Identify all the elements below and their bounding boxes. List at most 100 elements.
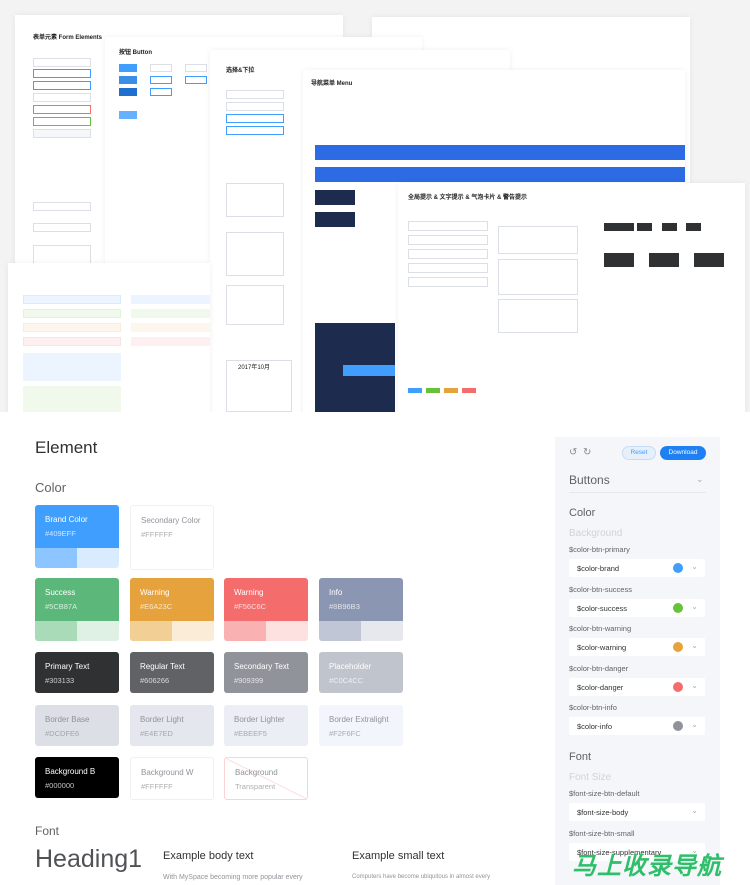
variable-select[interactable]: $color-brand ⌄ (569, 559, 705, 577)
variable-value: $color-warning (577, 643, 627, 652)
swatch-name: Background B (45, 767, 96, 776)
color-dot-icon[interactable] (673, 721, 683, 731)
variable-value: $font-size-body (577, 808, 629, 817)
color-swatch[interactable]: Success #5CB87A (35, 578, 119, 641)
swatch-name: Background W (141, 768, 194, 777)
color-swatch[interactable]: Warning #E6A23C (130, 578, 214, 641)
variable-select[interactable]: $color-info ⌄ (569, 717, 705, 735)
swatch-hex: #E4E7ED (140, 729, 173, 738)
color-swatch[interactable]: Background Transparent (224, 757, 308, 800)
variable-label: $color-btn-primary (569, 545, 630, 554)
swatch-hex: #EBEEF5 (234, 729, 267, 738)
color-swatch[interactable]: Border Lighter #EBEEF5 (224, 705, 308, 746)
swatch-tint (319, 621, 361, 641)
swatch-hex: #C0C4CC (329, 676, 364, 685)
chevron-down-icon[interactable]: ⌄ (696, 474, 704, 485)
color-swatch[interactable]: Regular Text #606266 (130, 652, 214, 693)
swatch-name: Brand Color (45, 515, 88, 524)
swatch-hex: #FFFFFF (141, 782, 173, 791)
swatch-name: Secondary Text (234, 662, 289, 671)
color-swatch[interactable]: Border Base #DCDFE6 (35, 705, 119, 746)
button-title: 按钮 Button (119, 50, 152, 56)
color-swatch[interactable]: Border Light #E4E7ED (130, 705, 214, 746)
swatch-name: Warning (140, 588, 170, 597)
form-title: 表单元素 Form Elements (33, 35, 103, 41)
color-swatch[interactable]: Placeholder #C0C4CC (319, 652, 403, 693)
swatch-hex: #909399 (234, 676, 264, 685)
variable-value: $color-danger (577, 682, 624, 692)
color-swatch[interactable]: Secondary Color #FFFFFF (130, 505, 214, 570)
chevron-down-icon[interactable]: ⌄ (691, 562, 698, 571)
redo-icon[interactable]: ↻ (583, 447, 591, 458)
variable-select[interactable]: $color-danger ⌄ (569, 677, 705, 696)
swatch-hex: #000000 (45, 781, 75, 790)
swatch-tint (266, 621, 308, 641)
variable-value: $color-info (577, 722, 613, 731)
color-dot-icon[interactable] (673, 563, 683, 573)
swatch-name: Warning (234, 588, 264, 597)
reset-button[interactable]: Reset (622, 446, 656, 460)
font-size-label: Font Size (569, 772, 612, 783)
swatch-hex: #8B96B3 (329, 602, 360, 611)
swatch-hex: #606266 (140, 676, 170, 685)
swatch-hex: #F56C6C (234, 602, 267, 611)
chevron-down-icon[interactable]: ⌄ (691, 641, 698, 650)
variable-value: $color-success (577, 603, 628, 613)
swatch-hex: Transparent (235, 782, 276, 791)
small-text-title: Example small text (352, 850, 445, 862)
chevron-down-icon[interactable]: ⌄ (691, 681, 698, 690)
color-dot-icon[interactable] (673, 681, 683, 692)
color-swatch[interactable]: Secondary Text #909399 (224, 652, 308, 693)
swatch-name: Success (45, 588, 76, 597)
color-dot-icon[interactable] (673, 602, 683, 613)
chevron-down-icon[interactable]: ⌄ (691, 720, 698, 729)
variable-select[interactable]: $font-size-body ⌄ (569, 803, 705, 821)
color-swatch[interactable]: Primary Text #303133 (35, 652, 119, 693)
global-tips-card: 全局提示 & 文字提示 & 气泡卡片 & 警告提示 (398, 183, 745, 412)
color-dot-icon[interactable] (673, 642, 683, 652)
swatch-tint (361, 621, 403, 641)
swatch-name: Regular Text (140, 662, 185, 671)
variable-select[interactable]: $color-success ⌄ (569, 598, 705, 617)
variable-label: $color-btn-warning (569, 624, 632, 633)
download-button[interactable]: Download (660, 446, 706, 460)
background-label: Background (569, 528, 623, 539)
swatch-tint (130, 621, 172, 641)
swatch-name: Primary Text (45, 662, 90, 671)
small-text-sample: Computers have become ubiquitous in almo… (352, 874, 491, 880)
swatch-tint (224, 621, 266, 641)
buttons-section[interactable]: Buttons (569, 473, 610, 487)
screenshot-collage: 表单元素 Form Elements 按钮 Button 选择&下拉 2017年… (0, 0, 750, 412)
variable-label: $color-btn-info (569, 703, 617, 712)
variable-label: $color-btn-success (569, 584, 632, 594)
variable-label: $color-btn-danger (569, 663, 629, 673)
chevron-down-icon[interactable]: ⌄ (691, 806, 698, 815)
undo-icon[interactable]: ↺ (569, 447, 577, 458)
alert-card (8, 263, 210, 412)
divider (569, 492, 706, 493)
variable-label: $font-size-btn-default (569, 789, 640, 798)
select-title: 选择&下拉 (226, 68, 255, 74)
font-title: Font (569, 751, 592, 763)
swatch-name: Border Light (140, 715, 184, 724)
swatch-name: Secondary Color (141, 516, 201, 525)
tips-title: 全局提示 & 文字提示 & 气泡卡片 & 警告提示 (408, 195, 528, 201)
body-text-sample: With MySpace becoming more popular every (163, 874, 303, 881)
color-swatch[interactable]: Border Extralight #F2F6FC (319, 705, 403, 746)
swatch-name: Border Lighter (234, 715, 285, 724)
page-title: Element (35, 438, 98, 457)
color-title: Color (569, 507, 596, 519)
swatch-tint (172, 549, 213, 569)
swatch-name: Background (235, 768, 278, 777)
color-swatch[interactable]: Warning #F56C6C (224, 578, 308, 641)
color-swatch[interactable]: Background B #000000 (35, 757, 119, 798)
color-swatch[interactable]: Background W #FFFFFF (130, 757, 214, 800)
theme-config-panel: ↺ ↻ Reset Download Buttons ⌄ Color Backg… (555, 437, 720, 885)
color-swatch[interactable]: Info #8B96B3 (319, 578, 403, 641)
variable-select[interactable]: $color-warning ⌄ (569, 638, 705, 656)
swatch-hex: #409EFF (45, 529, 76, 538)
swatch-name: Border Base (45, 715, 90, 724)
color-swatch[interactable]: Brand Color #409EFF (35, 505, 119, 568)
chevron-down-icon[interactable]: ⌄ (691, 602, 698, 611)
swatch-hex: #F2F6FC (329, 729, 361, 738)
